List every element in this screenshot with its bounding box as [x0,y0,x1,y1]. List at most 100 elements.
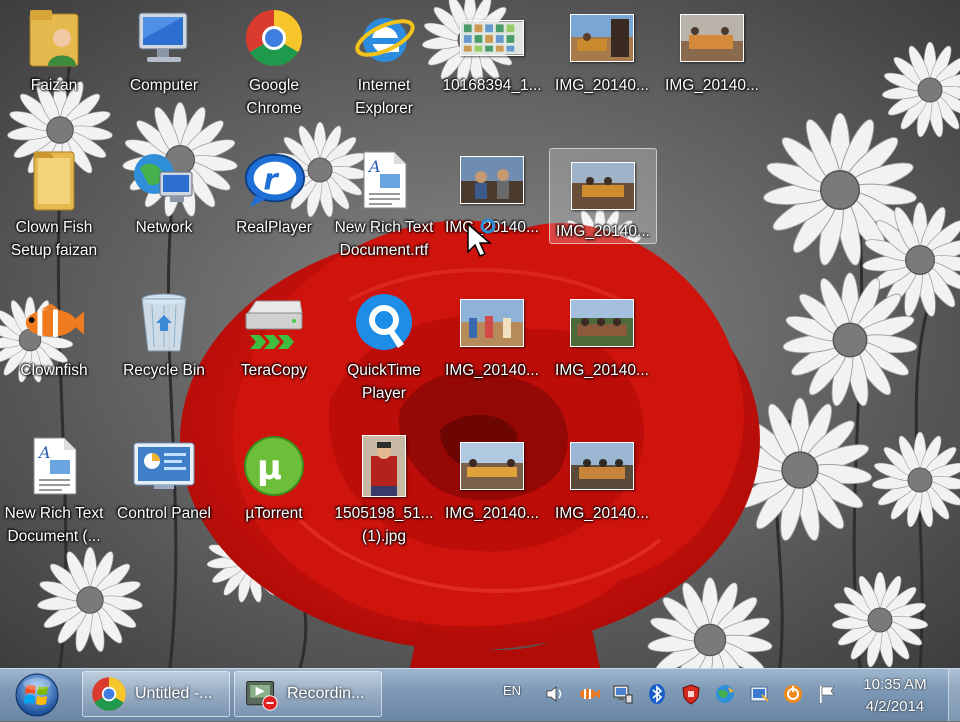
desktop-icon-label: 10168394_1... [442,77,542,94]
svg-text:A: A [37,443,51,462]
desktop-icon-photo[interactable]: IMG_20140... [548,285,656,425]
desktop-icon-network[interactable]: Network [110,142,218,282]
desktop-icon-label: Google Chrome [246,77,302,117]
system-clock[interactable]: 10:35 AM 4/2/2014 [850,674,940,718]
desktop-icon-photo[interactable]: IMG_20140... [548,0,656,140]
desktop-icon-photo-selected[interactable]: IMG_20140... [549,148,657,244]
action-center-flag-icon[interactable] [816,683,838,705]
svg-text:r: r [263,163,279,197]
teracopy-icon [242,291,306,355]
photo-thumbnail-icon [460,291,524,355]
desktop-icon-label: IMG_20140... [555,505,649,522]
taskbar: Untitled -... Recordin... EN 10:35 AM 4/… [0,668,960,721]
desktop-icon-label: Computer [129,77,199,94]
svg-text:A: A [367,157,381,176]
network-tray-icon[interactable] [612,683,634,705]
desktop-icon-label: Recycle Bin [123,362,205,379]
clownfish-tray-icon[interactable] [578,683,600,705]
photo-thumbnail-icon [570,6,634,70]
desktop-icon-label: TeraCopy [240,362,308,379]
desktop-icon-utorrent[interactable]: µ µTorrent [220,428,328,568]
desktop-icon-label: RealPlayer [236,219,312,236]
desktop-icon-photo[interactable]: IMG_20140... [438,142,546,282]
chrome-icon [92,677,126,711]
photo-thumbnail-icon [460,434,524,498]
desktop-icon-photo[interactable]: IMG_20140... [438,285,546,425]
photo-thumbnail-icon [352,434,416,498]
clock-time: 10:35 AM [863,676,927,693]
utorrent-icon: µ [242,434,306,498]
desktop-icon-label: 1505198_51... (1).jpg [334,505,434,545]
desktop-icon-photo[interactable]: IMG_20140... [658,0,766,140]
desktop-icon-realplayer[interactable]: r RealPlayer [220,142,328,282]
network-icon [132,148,196,212]
desktop-icon-label: Internet Explorer [355,77,413,117]
quicktime-icon [352,291,416,355]
globe-tray-icon[interactable] [714,683,736,705]
show-desktop-button[interactable] [948,669,960,721]
desktop-icon-photo[interactable]: IMG_20140... [438,428,546,568]
image-thumbnail-icon [460,6,524,70]
realplayer-icon: r [242,148,306,212]
folder-icon [22,148,86,212]
desktop-icon-label: Clown Fish Setup faizan [10,219,98,259]
clownfish-icon [22,291,86,355]
desktop-icon-clownfish[interactable]: Clownfish [0,285,108,425]
photo-thumbnail-icon [460,148,524,212]
desktop-icon-label: IMG_20140... [445,505,539,522]
desktop-icon-label: IMG_20140... [445,362,539,379]
desktop-icon-quicktime-player[interactable]: QuickTime Player [330,285,438,425]
desktop-icon-control-panel[interactable]: Control Panel [110,428,218,568]
shield-icon[interactable] [680,683,702,705]
taskbar-button-chrome[interactable]: Untitled -... [82,671,230,717]
rtf-document-icon: A [22,434,86,498]
user-folder-icon [22,6,86,70]
desktop-icon-label: QuickTime Player [347,362,421,402]
computer-icon [132,6,196,70]
desktop-icon-internet-explorer[interactable]: Internet Explorer [330,0,438,140]
desktop-icon-jpg-file[interactable]: 1505198_51... (1).jpg [330,428,438,568]
volume-icon[interactable] [544,683,566,705]
start-button[interactable] [12,672,62,718]
desktop-icon-label: New Rich Text Document.rtf [334,219,434,259]
taskbar-button-label: Recordin... [287,685,365,702]
desktop-icon-label: Faizan [30,77,78,94]
desktop-icon-label: IMG_20140... [556,223,650,240]
language-indicator[interactable]: EN [503,683,521,698]
desktop-icon-computer[interactable]: Computer [110,0,218,140]
desktop-icon-image-file[interactable]: 10168394_1... [438,0,546,140]
desktop-icon-clownfish-setup-folder[interactable]: Clown Fish Setup faizan [0,142,108,282]
desktop-icon-label: Control Panel [117,505,211,522]
recorder-icon [246,680,278,711]
desktop-icon-rich-text-document-2[interactable]: A New Rich Text Document (... [0,428,108,568]
desktop-icon-google-chrome[interactable]: Google Chrome [220,0,328,140]
mouse-cursor-icon [467,218,496,257]
control-panel-icon [132,434,196,498]
photo-thumbnail-icon [570,291,634,355]
rtf-document-icon: A [352,148,416,212]
desktop-icon-label: IMG_20140... [555,77,649,94]
desktop-icon-label: Network [135,219,193,236]
desktop-icon-rich-text-document[interactable]: A New Rich Text Document.rtf [330,142,438,282]
clock-date: 4/2/2014 [865,698,925,715]
desktop-icon-teracopy[interactable]: TeraCopy [220,285,328,425]
desktop-icon-label: Clownfish [20,362,88,379]
desktop-icon-label: IMG_20140... [555,362,649,379]
desktop-icon-recycle-bin[interactable]: Recycle Bin [110,285,218,425]
svg-text:µ: µ [257,448,282,488]
chrome-icon [242,6,306,70]
photo-thumbnail-icon [680,6,744,70]
recycle-bin-icon [132,291,196,355]
taskbar-button-recording[interactable]: Recordin... [234,671,382,717]
update-icon[interactable] [748,683,770,705]
photo-thumbnail-icon [571,155,635,216]
internet-explorer-icon [352,6,416,70]
taskbar-button-label: Untitled -... [135,685,213,702]
desktop-icon-user-folder[interactable]: Faizan [0,0,108,140]
orange-tray-icon[interactable] [782,683,804,705]
desktop-icon-label: IMG_20140... [665,77,759,94]
desktop-icon-photo[interactable]: IMG_20140... [548,428,656,568]
photo-thumbnail-icon [570,434,634,498]
bluetooth-icon[interactable] [646,683,668,705]
desktop-icon-label: µTorrent [245,505,303,522]
